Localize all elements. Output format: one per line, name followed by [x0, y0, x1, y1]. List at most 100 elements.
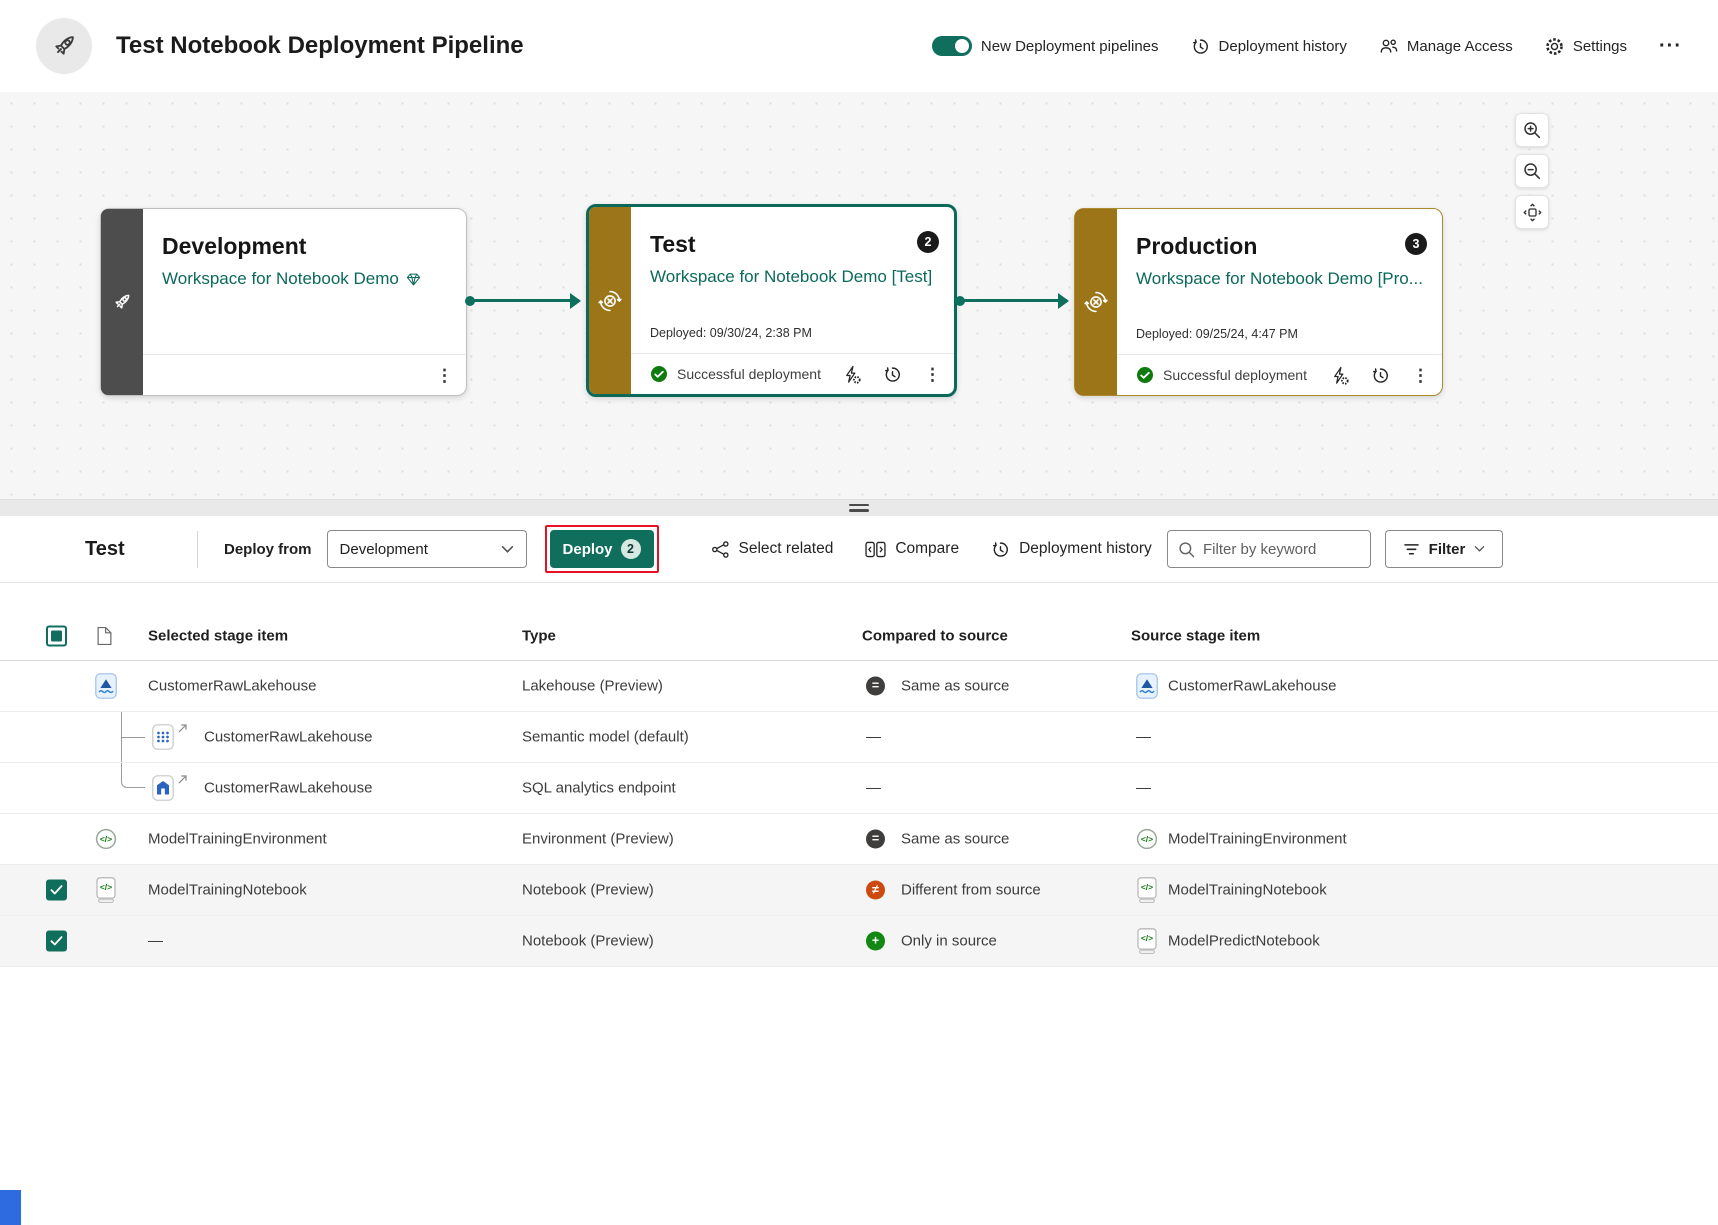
stage-title: Production — [1136, 233, 1258, 259]
related-item-icon — [178, 771, 188, 789]
source-item-name: ModelTrainingEnvironment — [1168, 830, 1347, 848]
compare-label: Different from source — [901, 881, 1041, 899]
deployment-rules-icon[interactable] — [1330, 366, 1349, 385]
panel-stage-title: Test — [85, 537, 125, 560]
item-type: Notebook (Preview) — [522, 932, 654, 950]
svg-text:</>: </> — [1141, 933, 1153, 943]
deployment-history-button[interactable]: Deployment history — [1191, 37, 1347, 56]
workspace-link[interactable]: Workspace for Notebook Demo — [162, 269, 450, 289]
keyword-filter-searchbox[interactable] — [1167, 530, 1371, 568]
chevron-down-icon — [1475, 546, 1485, 552]
people-icon — [1380, 39, 1398, 53]
deployed-timestamp: Deployed: 09/30/24, 2:38 PM — [650, 326, 812, 340]
deploy-button[interactable]: Deploy 2 — [549, 530, 654, 568]
environment-icon: </> — [1136, 828, 1158, 850]
filter-button[interactable]: Filter — [1385, 530, 1503, 568]
history-icon — [1192, 38, 1208, 54]
item-name: CustomerRawLakehouse — [204, 728, 373, 746]
pipeline-avatar — [36, 18, 92, 74]
svg-text:</>: </> — [100, 882, 112, 892]
workspace-link[interactable]: Workspace for Notebook Demo [Test] — [650, 267, 938, 287]
table-row[interactable]: CustomerRawLakehouse Lakehouse (Preview) =… — [0, 661, 1718, 712]
column-selected-stage-item: Selected stage item — [148, 627, 289, 645]
column-compared-to-source: Compared to source — [862, 627, 1008, 645]
fabric-deployment-pipeline-app: Test Notebook Deployment Pipeline New De… — [0, 0, 1718, 1225]
stage-strip — [101, 209, 143, 395]
connector-dev-to-test — [465, 292, 581, 309]
lakehouse-icon — [1136, 673, 1158, 699]
item-name: ModelTrainingEnvironment — [148, 830, 327, 848]
search-input[interactable] — [1203, 540, 1360, 558]
more-options-button[interactable]: ··· — [1659, 35, 1682, 58]
deployment-history-button[interactable]: Deployment history — [991, 540, 1152, 559]
deployment-rules-icon[interactable] — [842, 365, 861, 384]
item-name: CustomerRawLakehouse — [204, 779, 373, 797]
select-related-button[interactable]: Select related — [711, 540, 833, 559]
chevron-down-icon — [501, 545, 513, 553]
compare-button[interactable]: Compare — [865, 540, 959, 558]
deployment-status: Successful deployment — [650, 365, 821, 383]
table-row[interactable]: — Notebook (Preview) + Only in source </> Mod… — [0, 916, 1718, 967]
svg-text:</>: </> — [1141, 882, 1153, 892]
stage-title: Test — [650, 231, 696, 257]
workspace-link[interactable]: Workspace for Notebook Demo [Pro... — [1136, 269, 1426, 289]
item-type: SQL analytics endpoint — [522, 779, 676, 797]
items-table-body: CustomerRawLakehouse Lakehouse (Preview) =… — [0, 661, 1718, 967]
item-name: — — [148, 932, 163, 950]
row-checkbox[interactable] — [46, 879, 67, 901]
connector-test-to-prod — [955, 292, 1069, 309]
stage-title: Development — [162, 233, 307, 259]
table-row[interactable]: CustomerRawLakehouse SQL analytics endpoi… — [0, 763, 1718, 814]
stage-card-test[interactable]: 2 Test Workspace for Notebook Demo [Test… — [586, 204, 957, 397]
more-icon[interactable]: ··· — [1659, 35, 1682, 58]
stage-card-development[interactable]: Development Workspace for Notebook Demo … — [100, 208, 467, 396]
compare-status-different-icon: ≠ — [866, 880, 885, 900]
compare-icon — [865, 541, 886, 557]
header-actions: New Deployment pipelines Deployment hist… — [931, 35, 1682, 58]
stage-more-icon[interactable]: ⋮ — [924, 366, 941, 383]
related-item-icon — [178, 720, 188, 738]
deployment-status: Successful deployment — [1136, 366, 1307, 384]
history-icon — [993, 541, 1009, 557]
fit-to-screen-button[interactable] — [1515, 195, 1549, 229]
svg-text:</>: </> — [100, 834, 112, 844]
stage-more-icon[interactable]: ⋮ — [436, 367, 453, 384]
deploy-sync-icon — [598, 290, 622, 311]
stage-strip — [1075, 209, 1117, 395]
header: Test Notebook Deployment Pipeline New De… — [0, 0, 1718, 92]
compare-label: — — [866, 779, 881, 797]
history-icon[interactable] — [1371, 366, 1390, 385]
deployed-timestamp: Deployed: 09/25/24, 4:47 PM — [1136, 327, 1298, 341]
notebook-icon: </> — [95, 877, 117, 903]
settings-button[interactable]: Settings — [1545, 37, 1627, 56]
zoom-out-button[interactable] — [1515, 154, 1549, 188]
source-item-name: ModelTrainingNotebook — [1168, 881, 1327, 899]
stage-more-icon[interactable]: ⋮ — [1412, 367, 1429, 384]
splitter-drag-handle[interactable] — [849, 504, 869, 515]
column-source-stage-item: Source stage item — [1131, 627, 1261, 645]
deploy-from-select[interactable]: Development — [326, 530, 527, 568]
deploy-count-badge: 2 — [620, 539, 641, 559]
page-title: Test Notebook Deployment Pipeline — [116, 32, 524, 59]
toolbar-divider — [197, 530, 198, 568]
fit-to-screen-icon — [1523, 203, 1541, 221]
table-row[interactable]: CustomerRawLakehouse Semantic model (defa… — [0, 712, 1718, 763]
filter-icon — [1403, 543, 1419, 555]
notebook-icon: </> — [1136, 928, 1158, 954]
stage-strip — [589, 207, 631, 394]
item-type: Environment (Preview) — [522, 830, 674, 848]
manage-access-button[interactable]: Manage Access — [1379, 37, 1513, 55]
zoom-in-button[interactable] — [1515, 113, 1549, 147]
compare-label: — — [866, 728, 881, 746]
select-all-checkbox[interactable] — [46, 625, 67, 647]
stage-card-production[interactable]: 3 Production Workspace for Notebook Demo… — [1074, 208, 1443, 396]
row-checkbox[interactable] — [46, 930, 67, 952]
table-row[interactable]: </> ModelTrainingNotebook Notebook (Previe… — [0, 865, 1718, 916]
deploy-sync-icon — [1084, 291, 1108, 313]
table-row[interactable]: </> ModelTrainingEnvironment Environment (… — [0, 814, 1718, 865]
deploy-from-label: Deploy from — [224, 540, 312, 558]
new-pipelines-toggle[interactable]: New Deployment pipelines — [931, 36, 1159, 56]
history-icon[interactable] — [883, 365, 902, 384]
file-icon — [97, 626, 112, 646]
toggle-on-icon[interactable] — [931, 36, 972, 56]
